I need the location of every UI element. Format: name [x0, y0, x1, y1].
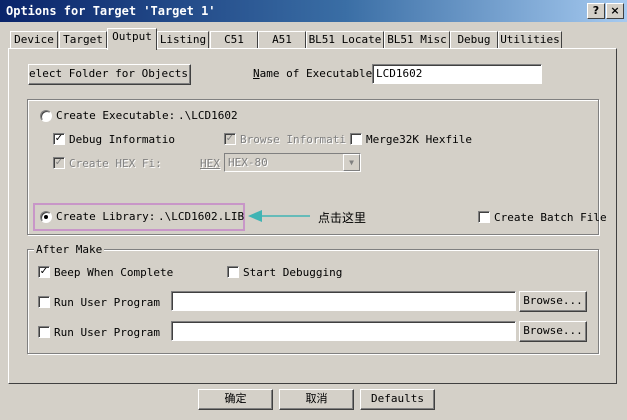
- tab-debug[interactable]: Debug: [450, 31, 498, 49]
- defaults-button[interactable]: Defaults: [360, 389, 435, 410]
- name-of-executable-input[interactable]: LCD1602: [372, 64, 542, 84]
- after-make-title: After Make: [34, 243, 105, 256]
- run-user-program-2-checkbox[interactable]: [38, 326, 50, 338]
- create-hex-label: Create HEX Fi:: [69, 157, 162, 170]
- tab-target[interactable]: Target: [59, 31, 107, 49]
- create-executable-path: .\LCD1602: [178, 109, 238, 122]
- merge32k-label: Merge32K Hexfile: [366, 133, 472, 146]
- run-user-program-1-label: Run User Program #1: [54, 296, 166, 309]
- create-library-radio[interactable]: [40, 211, 52, 223]
- start-debugging-checkbox[interactable]: [227, 266, 239, 278]
- create-library-path: .\LCD1602.LIB: [158, 210, 245, 223]
- beep-checkbox[interactable]: ✓: [38, 266, 50, 278]
- tab-utilities[interactable]: Utilities: [498, 31, 562, 49]
- run-user-program-1-checkbox[interactable]: [38, 296, 50, 308]
- create-hex-checkbox[interactable]: ✓: [53, 157, 65, 169]
- tab-bl51-misc[interactable]: BL51 Misc: [384, 31, 450, 49]
- close-button[interactable]: ×: [606, 3, 624, 19]
- create-batch-label: Create Batch File: [494, 211, 607, 224]
- beep-label: Beep When Complete: [54, 266, 174, 279]
- browse-button-2[interactable]: Browse...: [519, 321, 587, 342]
- create-batch-checkbox[interactable]: [478, 211, 490, 223]
- start-debugging-label: Start Debugging: [243, 266, 343, 279]
- create-library-label: Create Library:: [56, 210, 156, 223]
- create-executable-label: Create Executable:: [56, 109, 176, 122]
- tab-device[interactable]: Device: [10, 31, 58, 49]
- name-of-executable-label: Name of Executable:: [253, 67, 379, 80]
- hex-format-label: HEX: [200, 157, 220, 170]
- run-user-program-2-label: Run User Program #2: [54, 326, 166, 339]
- tab-c51[interactable]: C51: [210, 31, 258, 49]
- tab-listing[interactable]: Listing: [157, 31, 209, 49]
- select-folder-button[interactable]: elect Folder for Objects...: [28, 64, 191, 85]
- arrow-left-icon: [248, 210, 310, 222]
- chevron-down-icon[interactable]: ▼: [343, 154, 360, 171]
- tab-output[interactable]: Output: [107, 28, 157, 50]
- hex-format-select[interactable]: HEX-80 ▼: [224, 153, 361, 172]
- tab-bl51-locate[interactable]: BL51 Locate: [306, 31, 384, 49]
- help-button[interactable]: ?: [587, 3, 605, 19]
- debug-info-label: Debug Informatio: [69, 133, 175, 146]
- cancel-button[interactable]: 取消: [279, 389, 354, 410]
- annotation-text: 点击这里: [318, 211, 367, 225]
- merge32k-checkbox[interactable]: [350, 133, 362, 145]
- create-executable-radio[interactable]: [40, 110, 52, 122]
- debug-info-checkbox[interactable]: ✓: [53, 133, 65, 145]
- browse-button-1[interactable]: Browse...: [519, 291, 587, 312]
- browse-info-label: Browse Informati: [240, 133, 346, 146]
- select-folder-label: elect Folder for Objects...: [29, 67, 191, 80]
- browse-info-checkbox[interactable]: ✓: [224, 133, 236, 145]
- run-user-program-2-input[interactable]: [171, 321, 516, 341]
- ok-button[interactable]: 确定: [198, 389, 273, 410]
- window-title: Options for Target 'Target 1': [6, 4, 216, 18]
- tab-a51[interactable]: A51: [258, 31, 306, 49]
- run-user-program-1-input[interactable]: [171, 291, 516, 311]
